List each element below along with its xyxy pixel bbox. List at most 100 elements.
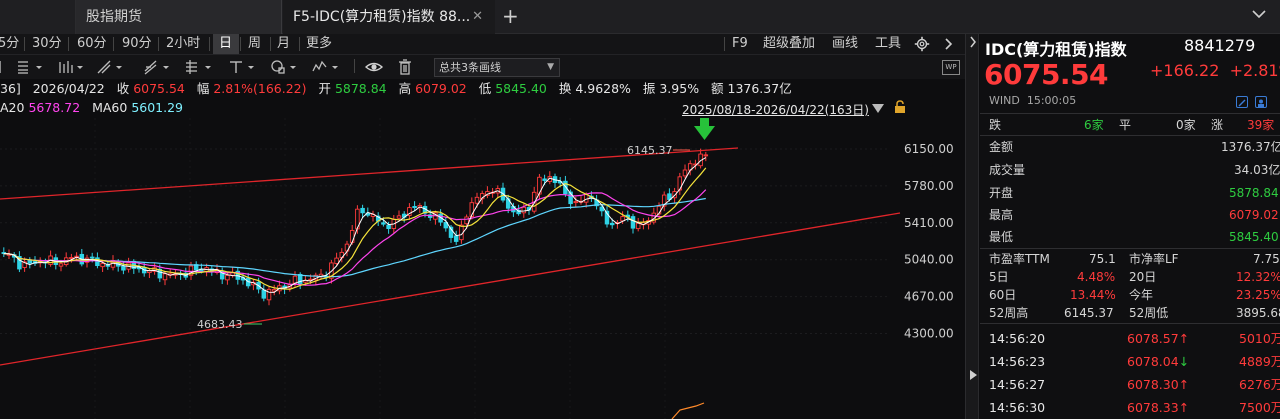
channel-tool-icon[interactable] <box>143 59 173 75</box>
text-tool-icon[interactable] <box>228 59 258 75</box>
tab-idc-index[interactable]: F5-IDC(算力租赁)指数 88... ✕ <box>283 0 495 34</box>
y-axis: 6150.00 5780.00 5410.00 5040.00 4670.00 4300.… <box>904 142 954 341</box>
trendline-tool-icon[interactable] <box>96 59 126 75</box>
perf-52w-high-value: 6145.37 <box>1064 306 1114 320</box>
close-tab-icon[interactable]: ✕ <box>472 0 483 34</box>
candle-up <box>334 257 339 264</box>
candle-down <box>630 216 636 229</box>
perf-5d-label: 5日 <box>989 270 1009 284</box>
amp-value: 2.81%(166.22) <box>213 81 307 96</box>
y-tick-label: 5410.00 <box>904 216 954 230</box>
trash-icon[interactable] <box>398 59 412 75</box>
period-90min[interactable]: 90分 <box>122 34 152 54</box>
low-value: 5845.40 <box>495 81 547 96</box>
breadth-up-label: 涨 <box>1211 118 1224 132</box>
f9-button[interactable]: F9 <box>732 34 748 54</box>
tools-button[interactable]: 工具 <box>875 34 901 54</box>
person-icon[interactable] <box>1255 96 1267 108</box>
perf-20d-label: 20日 <box>1129 270 1157 284</box>
eye-icon[interactable] <box>365 59 383 75</box>
stat-low-value: 5845.40 <box>1229 230 1279 244</box>
chevron-right-icon[interactable] <box>944 37 954 51</box>
candle-up <box>69 257 74 259</box>
collapse-arrow-icon[interactable] <box>968 368 978 382</box>
gear-icon[interactable] <box>914 36 930 52</box>
chevron-right-icon[interactable] <box>968 34 978 50</box>
drawing-toolbar: 总共3条画线 ▼ WP <box>0 54 965 79</box>
candle-up <box>100 263 105 268</box>
perf-60d-value: 13.44% <box>1070 288 1116 302</box>
period-month[interactable]: 月 <box>277 34 290 54</box>
panel-splitter[interactable] <box>965 34 979 419</box>
tab-stub[interactable] <box>0 0 76 34</box>
tick-row: 14:56:23 6078.04↓ 4889万 <box>989 351 1280 373</box>
close-value: 6075.54 <box>133 81 185 96</box>
y-tick-label: 5040.00 <box>904 253 954 267</box>
candle-down <box>27 259 33 264</box>
period-60min[interactable]: 60分 <box>77 34 107 54</box>
perf-20d-value: 12.32% <box>1236 270 1280 284</box>
info-date: 2026/04/22 <box>32 81 105 96</box>
perf-60d-label: 60日 <box>989 288 1017 302</box>
candle-down <box>261 289 267 299</box>
tab-index-futures[interactable]: 股指期货 <box>76 0 282 34</box>
draw-line-button[interactable]: 画线 <box>832 34 858 54</box>
cursor-icon[interactable] <box>0 59 6 75</box>
period-5min[interactable]: 5分 <box>0 34 20 54</box>
period-60min-label: 60分 <box>77 36 107 51</box>
source-label: WIND <box>989 94 1020 107</box>
candle-up <box>396 215 402 219</box>
wave-tool-icon[interactable] <box>312 59 342 75</box>
candle-down <box>381 222 386 225</box>
list-lines-icon[interactable] <box>16 59 46 75</box>
pb-label: 市净率LF <box>1129 252 1179 266</box>
separator <box>24 37 25 51</box>
period-day[interactable]: 日 <box>213 34 239 54</box>
tick-volume: 7500万 <box>1239 400 1280 415</box>
period-more[interactable]: 更多 <box>306 34 332 54</box>
chevron-down-icon[interactable] <box>1250 4 1268 24</box>
super-overlay-button[interactable]: 超级叠加 <box>763 34 815 54</box>
wp-icon[interactable]: WP <box>942 60 960 75</box>
stat-open: 开盘 5878.84 <box>989 184 1280 202</box>
f9-label: F9 <box>732 36 748 51</box>
new-tab-button[interactable]: + <box>502 0 519 34</box>
price-change: +166.22 +2.81% <box>1150 61 1280 80</box>
perf-ytd-value: 23.25% <box>1236 288 1280 302</box>
drawing-count-select[interactable]: 总共3条画线 ▼ <box>434 58 560 77</box>
up-arrow-icon: ↑ <box>1178 331 1190 346</box>
period-30min[interactable]: 30分 <box>32 34 62 54</box>
breadth-up-value: 39家 <box>1247 118 1275 132</box>
tick-time: 14:56:30 <box>989 400 1046 415</box>
close-label: 收 <box>116 81 130 96</box>
lock-icon[interactable] <box>893 100 907 114</box>
period-2h[interactable]: 2小时 <box>166 34 200 54</box>
turnover-value: 4.9628% <box>575 81 631 96</box>
price-change-pct: +2.81% <box>1229 61 1280 80</box>
bar-tool-icon[interactable] <box>57 59 87 75</box>
edit-icon[interactable] <box>1236 96 1248 108</box>
y-tick-label: 4670.00 <box>904 290 954 304</box>
separator <box>158 37 159 51</box>
separator <box>354 59 355 73</box>
tick-price: 6078.57↑ <box>1127 328 1189 350</box>
candle-up <box>292 275 298 284</box>
stat-high-label: 最高 <box>989 208 1014 222</box>
candlestick-chart[interactable]: 6150.00 5780.00 5410.00 5040.00 4670.00 4300.… <box>0 118 965 419</box>
period-week[interactable]: 周 <box>248 34 261 54</box>
green-arrow-icon <box>694 118 715 140</box>
candle-up <box>474 196 480 204</box>
fib-tool-icon[interactable] <box>185 59 215 75</box>
perf-row-2: 60日 13.44% 今年 23.25% <box>989 286 1280 304</box>
tick-row: 14:56:30 6078.33↑ 7500万 <box>989 397 1280 419</box>
range-dropdown-icon[interactable] <box>872 104 884 113</box>
price-change-value: +166.22 <box>1150 61 1220 80</box>
date-range-link[interactable]: 2025/08/18-2026/04/22(163日) <box>682 101 869 118</box>
separator <box>240 37 241 51</box>
tab-index-futures-label: 股指期货 <box>86 9 142 25</box>
perf-ytd-label: 今年 <box>1129 288 1154 302</box>
divider <box>980 113 1280 114</box>
shape-tool-icon[interactable] <box>270 59 300 75</box>
source-time: 15:00:05 <box>1026 94 1077 107</box>
ohlc-info-row: 36] 2026/04/22 收 6075.54 幅 2.81%(166.22)… <box>0 80 792 98</box>
